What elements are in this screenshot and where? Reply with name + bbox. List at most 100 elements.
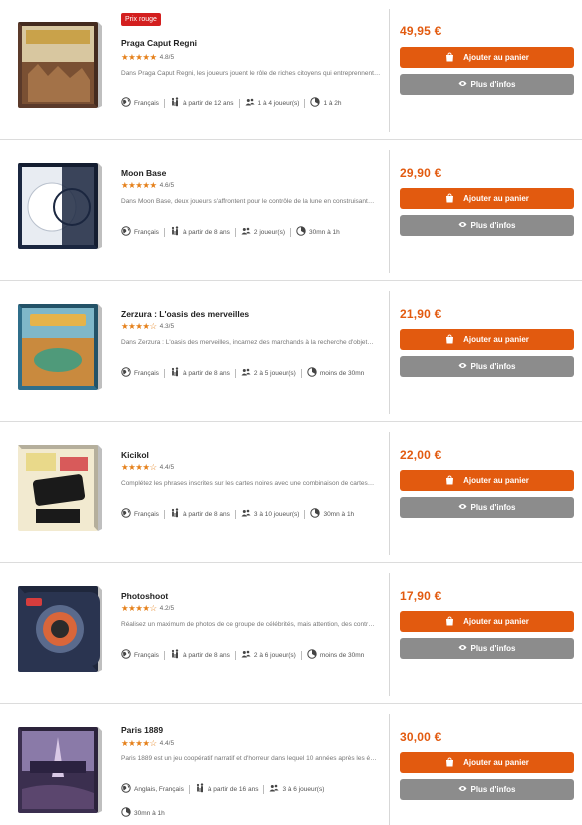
more-info-label: Plus d'infos [470,503,516,512]
more-info-label: Plus d'infos [470,644,516,653]
more-info-button[interactable]: Plus d'infos [400,356,574,377]
meta-language: Français [121,367,159,379]
players-icon [241,367,254,379]
add-to-cart-label: Ajouter au panier [463,335,529,344]
eye-icon [458,785,470,794]
shopping-bag-icon [445,616,463,628]
product-info: Paris 1889 ★★★★☆ 4.4/5 Paris 1889 est un… [121,0,383,817]
row-divider [0,280,582,281]
star-rating-icon: ★★★★★ [121,179,157,190]
product-title[interactable]: Zerzura : L'oasis des merveilles [121,309,249,319]
product-price: 30,00 € [400,730,442,744]
row-divider [0,703,582,704]
language-text: Anglais, Français [134,785,184,793]
product-title[interactable]: Moon Base [121,168,166,178]
language-text: Français [134,228,159,236]
more-info-button[interactable]: Plus d'infos [400,497,574,518]
eye-icon [458,221,470,230]
language-text: Français [134,510,159,518]
product-rating: ★★★★☆ 4.3/5 [121,321,174,331]
age-icon [170,226,183,238]
meta-language: Français [121,508,159,520]
players-icon [241,226,254,238]
age-text: à partir de 8 ans [182,369,230,377]
product-price: 17,90 € [400,589,442,603]
product-description: Dans Zerzura : L'oasis des merveilles, i… [121,339,374,346]
meta-players: 3 à 6 joueur(s) [269,783,324,795]
paris-1889-box[interactable] [12,719,104,819]
product-description: Dans Moon Base, deux joueurs s'affronten… [121,198,375,205]
more-info-label: Plus d'infos [470,362,516,371]
meta-separator [163,509,165,519]
column-divider [389,150,390,273]
rating-value: 4.4/5 [159,739,175,747]
meta-separator [300,368,302,378]
meta-age: à partir de 8 ans [170,649,230,661]
meta-separator [300,650,302,660]
meta-age: à partir de 8 ans [170,508,230,520]
meta-duration: 30mn à 1h [310,508,354,520]
star-rating-icon: ★★★★☆ [121,320,157,331]
duration-text: moins de 30mn [319,369,365,377]
product-title[interactable]: Kicikol [121,450,149,460]
meta-duration: moins de 30mn [307,649,364,661]
players-icon [269,783,282,795]
meta-players: 3 à 10 joueur(s) [241,508,300,520]
meta-separator [188,784,190,794]
column-divider [389,291,390,414]
meta-separator [234,368,236,378]
kicikol-box[interactable] [12,437,104,537]
players-text: 3 à 10 joueur(s) [253,510,300,518]
language-text: Français [134,651,159,659]
age-text: à partir de 8 ans [182,510,230,518]
add-to-cart-button[interactable]: Ajouter au panier [400,611,574,632]
column-divider [389,432,390,555]
clock-icon [121,807,134,819]
meta-players: 2 à 6 joueur(s) [241,649,296,661]
eye-icon [458,362,470,371]
star-rating-icon: ★★★★☆ [121,461,157,472]
shopping-bag-icon [445,757,463,769]
meta-age: à partir de 8 ans [170,226,230,238]
duration-text: 30mn à 1h [323,510,355,518]
product-description: Réalisez un maximum de photos de ce grou… [121,621,375,628]
shopping-bag-icon [445,193,463,205]
duration-text: 30mn à 1h [134,809,165,817]
players-icon [241,508,254,520]
add-to-cart-button[interactable]: Ajouter au panier [400,470,574,491]
age-text: à partir de 8 ans [182,228,230,236]
product-title[interactable]: Paris 1889 [121,725,163,735]
clock-icon [296,226,309,238]
age-icon [170,508,183,520]
row-divider [0,421,582,422]
meta-age: à partir de 8 ans [170,367,230,379]
moon-base-box[interactable] [12,155,104,255]
zerzura-box[interactable] [12,296,104,396]
meta-players: 2 à 5 joueur(s) [241,367,296,379]
column-divider [389,714,390,825]
meta-duration: 30mn à 1h [296,226,340,238]
star-rating-icon: ★★★★☆ [121,737,157,748]
add-to-cart-label: Ajouter au panier [463,617,529,626]
globe-icon [121,783,134,795]
more-info-button[interactable]: Plus d'infos [400,779,574,800]
more-info-button[interactable]: Plus d'infos [400,638,574,659]
meta-duration: moins de 30mn [307,367,364,379]
product-title[interactable]: Photoshoot [121,591,168,601]
add-to-cart-button[interactable]: Ajouter au panier [400,329,574,350]
shopping-bag-icon [445,334,463,346]
add-to-cart-button[interactable]: Ajouter au panier [400,188,574,209]
age-icon [195,783,208,795]
product-meta: Français à partir de 8 ans 2 joueur(s) 3… [121,226,383,238]
duration-text: moins de 30mn [319,651,365,659]
photoshoot-box[interactable] [12,578,104,678]
product-rating: ★★★★★ 4.6/5 [121,180,174,190]
add-to-cart-label: Ajouter au panier [463,758,529,767]
more-info-button[interactable]: Plus d'infos [400,215,574,236]
duration-text: 30mn à 1h [309,228,340,236]
meta-separator [163,368,165,378]
add-to-cart-button[interactable]: Ajouter au panier [400,752,574,773]
meta-separator [234,227,236,237]
rating-value: 4.4/5 [159,463,175,471]
product-price: 22,00 € [400,448,442,462]
